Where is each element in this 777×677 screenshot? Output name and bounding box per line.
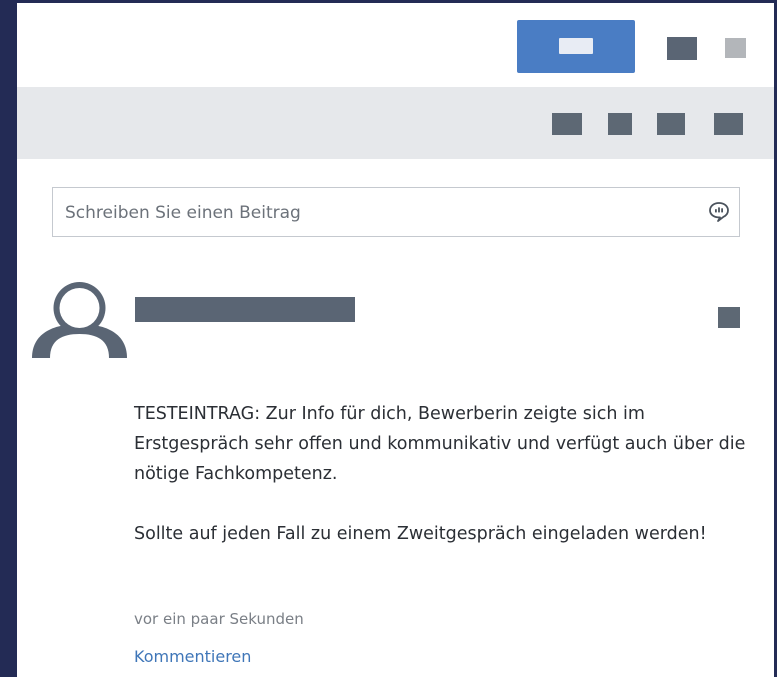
post-composer [52,187,740,238]
header-secondary-icon[interactable] [725,38,746,58]
post-paragraph: TESTEINTRAG: Zur Info für dich, Bewerber… [134,404,751,484]
speech-bubble-icon[interactable] [708,201,730,223]
post-paragraph: Sollte auf jeden Fall zu einem Zweitgesp… [134,524,707,544]
post-menu-icon[interactable] [718,307,740,328]
comment-link[interactable]: Kommentieren [134,647,251,666]
primary-action-button[interactable] [517,20,635,73]
toolbar-icon-2[interactable] [608,113,632,135]
post-timestamp: vor ein paar Sekunden [134,610,304,628]
feed-panel: TESTEINTRAG: Zur Info für dich, Bewerber… [17,3,774,677]
author-name-redacted[interactable] [135,297,355,322]
header-bar [17,3,774,87]
toolbar-icon-1[interactable] [552,113,582,135]
toolbar [17,87,774,159]
header-action-icon[interactable] [667,37,697,60]
toolbar-icon-3[interactable] [657,113,685,135]
button-label-placeholder [559,38,593,54]
toolbar-icon-4[interactable] [714,113,743,135]
user-avatar-icon [32,282,127,358]
post-content: TESTEINTRAG: Zur Info für dich, Bewerber… [134,399,754,549]
post-input[interactable] [63,188,687,238]
